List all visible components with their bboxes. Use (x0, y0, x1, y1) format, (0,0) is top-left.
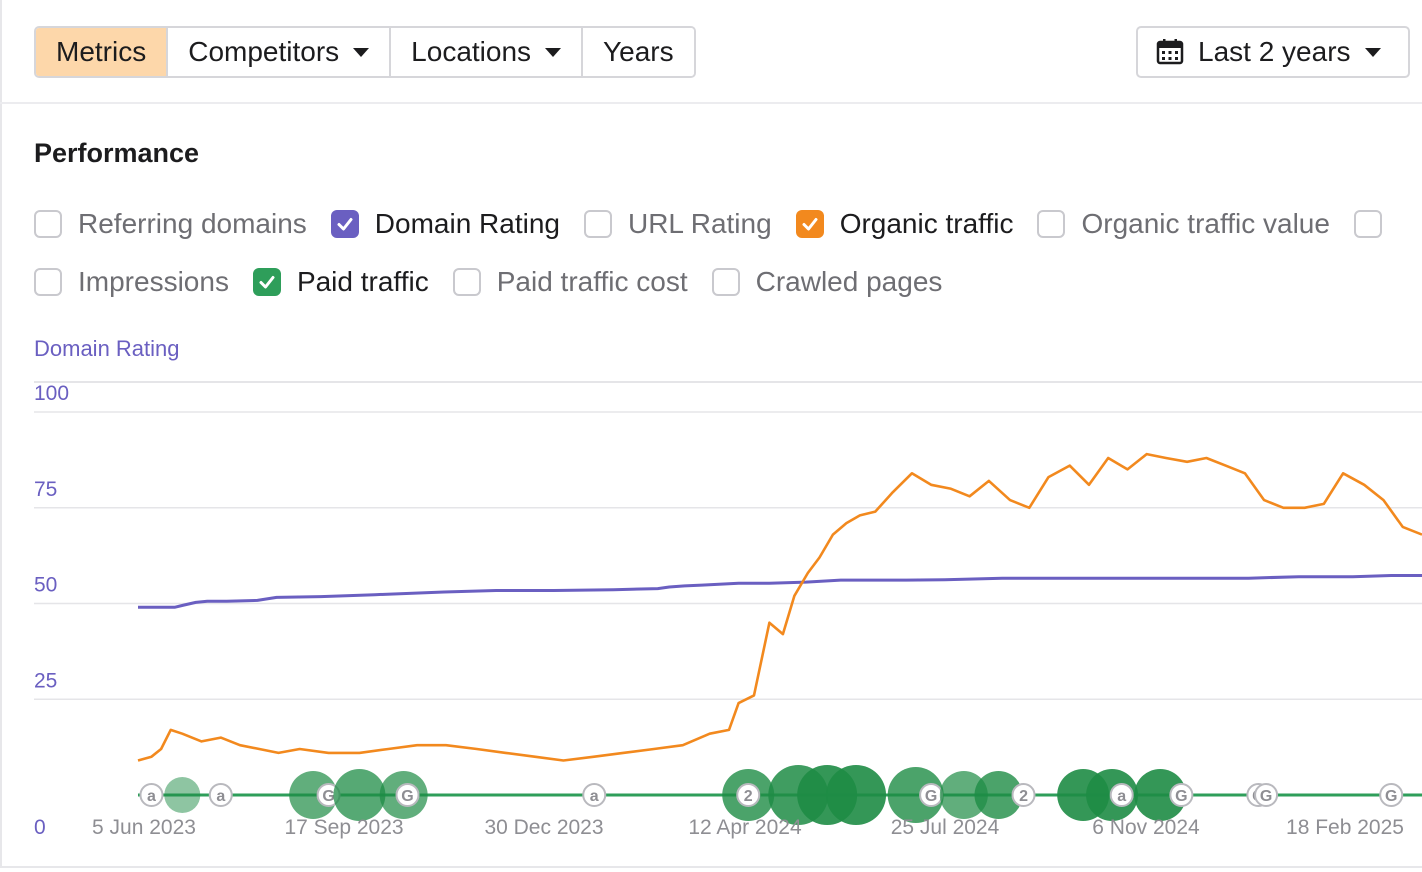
metric-toggle-label: Referring domains (78, 208, 307, 239)
y-tick-label: 50 (34, 574, 57, 597)
annotation-marker-label: 2 (1019, 788, 1028, 805)
x-tick-label: 25 Jul 2024 (891, 816, 1000, 839)
calendar-icon (1156, 39, 1184, 65)
metric-toggle-crawled-pages[interactable]: Crawled pages (711, 266, 943, 298)
checkbox-checked-icon[interactable] (330, 210, 359, 238)
annotation-marker-label: G (1385, 788, 1397, 805)
metric-toggle-extra[interactable] (1353, 210, 1398, 238)
y-axis-title: Domain Rating (34, 336, 180, 361)
checkbox-icon[interactable] (1353, 210, 1382, 238)
annotation-marker-label: a (590, 788, 599, 805)
performance-chart: 0255075100aaGGa2G2aGGGG5 Jun 202317 Sep … (34, 381, 1422, 839)
tab-years-label: Years (603, 36, 674, 67)
metric-toggle-referring-domains[interactable]: Referring domains (34, 208, 307, 240)
metric-toggle-label: Domain Rating (374, 208, 560, 239)
y-tick-label: 0 (34, 816, 46, 839)
x-tick-label: 30 Dec 2023 (484, 816, 603, 839)
metrics-toolbar: Metrics Competitors Locations Years (34, 26, 696, 78)
metric-toggle-organic-traffic-value[interactable]: Organic traffic value (1037, 208, 1330, 240)
checkbox-checked-icon[interactable] (795, 210, 824, 238)
annotation-bubble (164, 777, 201, 813)
checkbox-icon[interactable] (1037, 210, 1066, 238)
annotation-marker-label: G (1175, 788, 1187, 805)
tab-metrics-label: Metrics (56, 36, 147, 67)
metric-toggle-organic-traffic[interactable]: Organic traffic (795, 208, 1014, 240)
x-tick-label: 17 Sep 2023 (284, 816, 403, 839)
chevron-down-icon (545, 47, 562, 57)
annotation-marker-label: G (1260, 788, 1272, 805)
chevron-down-icon (1364, 47, 1381, 57)
series-line-organic-traffic (137, 452, 1422, 762)
tab-competitors[interactable]: Competitors (168, 28, 392, 76)
date-range-label: Last 2 years (1198, 36, 1351, 67)
metric-toggle-label: Paid traffic cost (496, 266, 688, 297)
annotation-marker-label: G (401, 788, 413, 805)
series-line-domain-rating (138, 574, 1422, 609)
tab-competitors-label: Competitors (188, 36, 340, 67)
x-tick-label: 12 Apr 2024 (688, 816, 802, 839)
chevron-down-icon (353, 47, 370, 57)
checkbox-checked-icon[interactable] (252, 268, 281, 296)
annotation-marker-label: G (322, 788, 334, 805)
section-title: Performance (34, 138, 200, 168)
x-tick-label: 6 Nov 2024 (1092, 816, 1200, 839)
metric-toggle-label: Impressions (78, 266, 229, 297)
tab-years[interactable]: Years (583, 28, 694, 76)
annotation-bubble (333, 769, 386, 821)
checkbox-icon[interactable] (34, 210, 62, 238)
metric-toggle-label: Crawled pages (755, 266, 943, 297)
annotation-marker-label: a (216, 788, 225, 805)
y-tick-label: 100 (34, 382, 69, 405)
metric-toggle-paid-traffic[interactable]: Paid traffic (252, 266, 429, 298)
annotation-bubble (826, 765, 887, 825)
x-tick-label: 5 Jun 2023 (92, 816, 196, 839)
annotation-marker-label: a (1117, 788, 1126, 805)
metric-toggle-label: Paid traffic (296, 266, 429, 297)
header-divider (0, 102, 1422, 104)
checkbox-icon[interactable] (452, 268, 481, 296)
metric-toggle-domain-rating[interactable]: Domain Rating (330, 208, 560, 240)
annotation-marker-label: a (147, 788, 156, 805)
checkbox-icon[interactable] (583, 210, 612, 238)
metric-toggles-row-1: Referring domains Domain Rating URL Rating… (34, 208, 1422, 240)
y-tick-label: 25 (34, 669, 57, 692)
checkbox-icon[interactable] (711, 268, 740, 296)
metric-toggle-label: URL Rating (627, 208, 772, 239)
metric-toggle-url-rating[interactable]: URL Rating (583, 208, 772, 240)
tab-metrics[interactable]: Metrics (36, 28, 169, 76)
checkbox-icon[interactable] (34, 268, 62, 296)
tab-locations[interactable]: Locations (391, 28, 584, 76)
date-range-dropdown[interactable]: Last 2 years (1136, 26, 1410, 78)
metric-toggle-label: Organic traffic value (1081, 208, 1330, 239)
annotation-marker-label: G (925, 788, 937, 805)
y-tick-label: 75 (34, 478, 57, 501)
tab-locations-label: Locations (411, 36, 532, 67)
x-tick-label: 18 Feb 2025 (1286, 816, 1404, 839)
metric-toggles-row-2: Impressions Paid traffic Paid traffic cost… (34, 266, 966, 298)
annotation-marker-label: 2 (744, 788, 753, 805)
metric-toggle-label: Organic traffic (839, 208, 1014, 239)
metric-toggle-paid-traffic-cost[interactable]: Paid traffic cost (452, 266, 688, 298)
metric-toggle-impressions[interactable]: Impressions (34, 266, 229, 298)
